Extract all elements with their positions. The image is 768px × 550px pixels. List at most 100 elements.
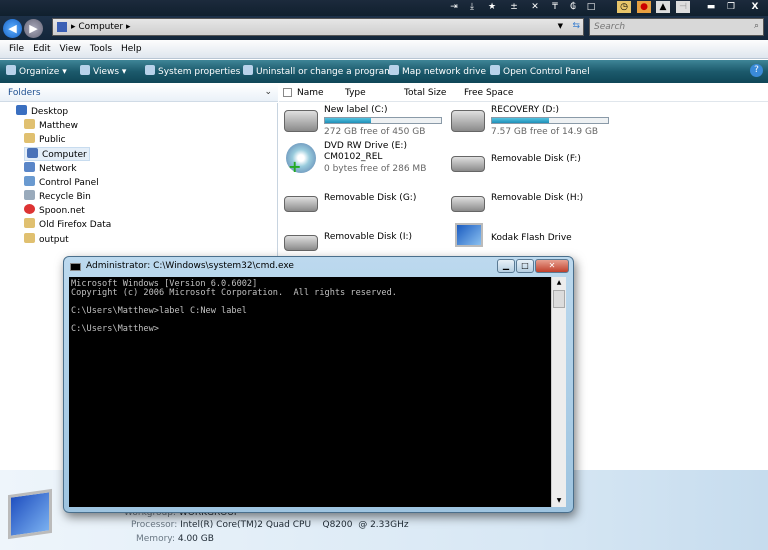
tree-item-public[interactable]: Public [24,133,66,145]
maximize-button[interactable]: ❐ [724,1,738,13]
close-tool-icon[interactable]: ✕ [528,1,542,13]
map-drive-label: Map network drive [402,67,487,77]
window-icon[interactable]: □ [584,1,598,13]
drive-label: New label (C:) [324,105,388,115]
map-drive-button[interactable]: Map network drive [389,65,486,77]
menu-help[interactable]: Help [121,40,142,58]
drive-e[interactable]: + DVD RW Drive (E:) CM0102_REL 0 bytes f… [284,141,444,177]
pin-icon[interactable]: ⇥ [447,1,461,13]
drive-free-space: 272 GB free of 450 GB [324,127,426,137]
tree-item-computer[interactable]: Computer [24,147,90,161]
tray-icon[interactable]: ⊣ [676,1,690,13]
drive-d[interactable]: RECOVERY (D:) 7.57 GB free of 14.9 GB [451,105,611,139]
computer-icon [27,148,38,158]
menu-edit[interactable]: Edit [33,40,50,58]
tree-label: Matthew [39,121,78,131]
folder-icon [24,233,35,243]
tree-item-matthew[interactable]: Matthew [24,119,78,131]
control-panel-button[interactable]: Open Control Panel [490,65,590,77]
control-panel-icon [490,65,500,75]
drive-label: Removable Disk (I:) [324,232,413,242]
filter-icon[interactable]: ₸ [548,1,562,13]
cmd-title: Administrator: C:\Windows\system32\cmd.e… [86,261,294,271]
tree-label: Network [39,164,77,174]
console-scrollbar[interactable]: ▲ ▼ [551,277,566,507]
tree-label: Public [39,135,66,145]
drive-f[interactable]: Removable Disk (F:) [451,151,611,177]
tree-item-output[interactable]: output [24,233,69,245]
drive-i[interactable]: Removable Disk (I:) [284,230,444,256]
forward-button[interactable]: ▶ [24,19,43,38]
chevron-down-icon[interactable]: ⌄ [264,87,272,97]
system-properties-label: System properties [158,67,241,77]
help-icon[interactable]: ? [750,64,763,77]
select-all-checkbox[interactable] [283,88,292,97]
system-properties-icon [145,65,155,75]
drive-label: RECOVERY (D:) [491,105,560,115]
search-input[interactable]: Search ⌕ [589,18,764,36]
console-output[interactable]: Microsoft Windows [Version 6.0.6002] Cop… [69,277,551,507]
scroll-thumb[interactable] [553,290,565,308]
column-total-size[interactable]: Total Size [404,88,446,98]
removable-disk-icon [284,235,318,251]
drive-usage-fill [325,118,371,123]
tool-icon[interactable]: ₲ [566,1,580,13]
search-placeholder: Search [594,22,626,32]
system-properties-button[interactable]: System properties [145,65,240,77]
cmd-minimize-button[interactable]: ▁ [497,259,515,273]
folder-icon [24,133,35,143]
drive-c[interactable]: New label (C:) 272 GB free of 450 GB [284,105,444,139]
close-button[interactable]: X [748,1,762,13]
column-free-space[interactable]: Free Space [464,88,513,98]
drive-usage-fill [492,118,550,123]
menu-tools[interactable]: Tools [90,40,112,58]
tree-item-spoon[interactable]: Spoon.net [24,204,85,216]
removable-disk-icon [451,196,485,212]
tree-item-control-panel[interactable]: Control Panel [24,176,99,188]
eject-icon[interactable]: ▲ [656,1,670,13]
back-button[interactable]: ◀ [3,19,22,38]
breadcrumb-computer[interactable]: Computer [78,22,123,32]
column-type[interactable]: Type [345,88,366,98]
search-icon[interactable]: ⌕ [754,21,759,31]
uninstall-button[interactable]: Uninstall or change a program [243,65,393,77]
views-icon [80,65,90,75]
cmd-window[interactable]: Administrator: C:\Windows\system32\cmd.e… [63,256,574,513]
scroll-up-icon[interactable]: ▲ [552,277,566,289]
tool-icon[interactable]: ± [507,1,521,13]
organize-button[interactable]: Organize ▾ [6,65,67,77]
star-icon[interactable]: ★ [485,1,499,13]
drive-h[interactable]: Removable Disk (H:) [451,191,611,217]
organize-label: Organize [19,67,60,77]
minimize-button[interactable]: ▬ [704,1,718,13]
tree-label: Desktop [31,107,69,117]
drive-kodak[interactable]: Kodak Flash Drive [451,223,611,253]
folders-label: Folders [8,88,41,98]
add-icon: + [288,157,302,176]
tree-item-desktop[interactable]: Desktop [16,105,68,117]
computer-icon [57,22,67,32]
tree-item-recycle-bin[interactable]: Recycle Bin [24,190,91,202]
clock-icon[interactable]: ◷ [617,1,631,13]
tree-item-network[interactable]: Network [24,162,77,174]
folders-header[interactable]: Folders ⌄ [0,84,278,102]
column-name[interactable]: Name [297,88,324,98]
app-icon[interactable]: ● [637,1,651,13]
download-icon[interactable]: ⤓ [465,1,479,13]
menu-bar: File Edit View Tools Help [0,40,768,59]
menu-file[interactable]: File [9,40,24,58]
views-button[interactable]: Views ▾ [80,65,126,77]
top-toolbar-strip: ⇥ ⤓ ★ ± ✕ ₸ ₲ □ ◷ ● ▲ ⊣ ▬ ❐ X [0,0,768,16]
address-input[interactable]: ▸ Computer ▸ ▼ ⇆ [52,18,584,36]
tree-item-old-firefox-data[interactable]: Old Firefox Data [24,218,111,230]
menu-view[interactable]: View [60,40,81,58]
drive-free-space: 7.57 GB free of 14.9 GB [491,127,599,137]
processor-label: Processor: [131,520,178,530]
refresh-icon[interactable]: ⇆ [572,21,580,31]
scroll-down-icon[interactable]: ▼ [552,495,566,507]
cmd-close-button[interactable]: ✕ [535,259,569,273]
chevron-down-icon[interactable]: ▼ [558,22,563,30]
cmd-maximize-button[interactable]: □ [516,259,534,273]
drive-g[interactable]: Removable Disk (G:) [284,191,444,217]
recycle-bin-icon [24,190,35,200]
